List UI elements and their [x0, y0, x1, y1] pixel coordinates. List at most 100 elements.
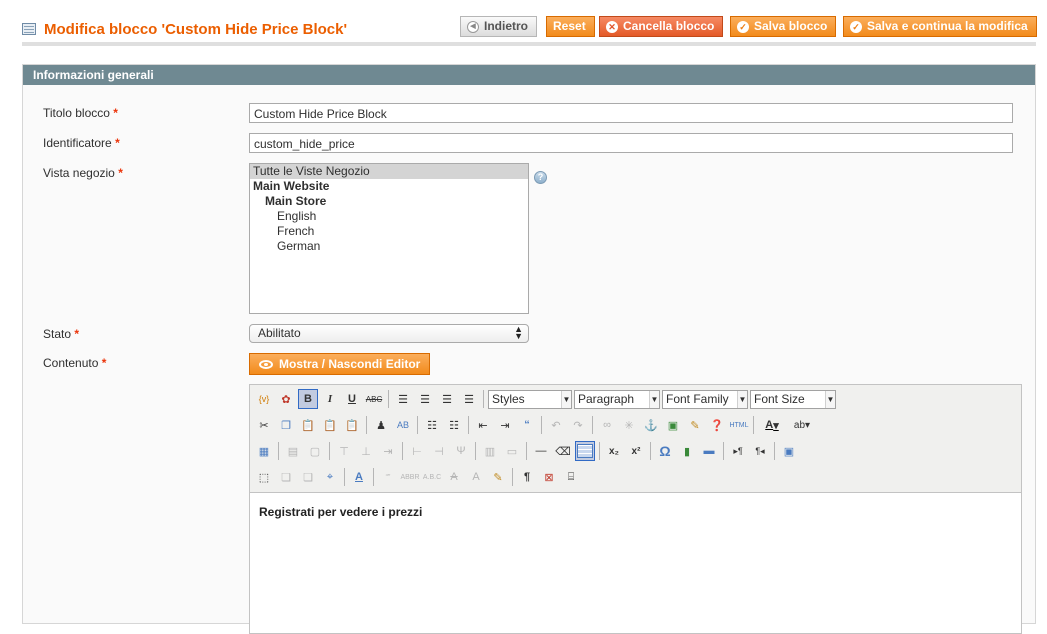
toolbar-separator: [526, 442, 527, 460]
save-button-label: Salva blocco: [754, 19, 828, 33]
ltr-icon[interactable]: ▸¶: [728, 441, 748, 461]
subscript-icon[interactable]: x₂: [604, 441, 624, 461]
reset-button[interactable]: Reset: [546, 16, 595, 37]
split-cells-icon[interactable]: ▥: [480, 441, 500, 461]
title-input[interactable]: Custom Hide Price Block: [249, 103, 1013, 123]
styles-dropdown[interactable]: Styles ▼: [488, 389, 572, 409]
delete-text-icon[interactable]: A: [444, 467, 464, 487]
numbered-list-icon[interactable]: ☷: [444, 415, 464, 435]
row-props-icon[interactable]: ▤: [283, 441, 303, 461]
toolbar-separator: [468, 416, 469, 434]
image-icon[interactable]: ▣: [663, 415, 683, 435]
move-backward-icon[interactable]: ❏: [298, 467, 318, 487]
font-size-dropdown[interactable]: Font Size ▼: [750, 389, 836, 409]
style-props-icon[interactable]: A: [349, 467, 369, 487]
identifier-input[interactable]: custom_hide_price: [249, 133, 1013, 153]
insert-table-icon[interactable]: ▦: [254, 441, 274, 461]
bold-button[interactable]: B: [298, 389, 318, 409]
store-option-french[interactable]: French: [250, 224, 528, 239]
insert-layer-icon[interactable]: ⬚: [254, 467, 274, 487]
toolbar-separator: [483, 390, 484, 408]
insert-text-icon[interactable]: A: [466, 467, 486, 487]
toolbar-row-1: {v} ✿ B I U ABC ☰ ☰ ☰ ☰ Styles ▼ Paragra…: [254, 387, 836, 411]
cleanup-icon[interactable]: ✎: [685, 415, 705, 435]
rtl-icon[interactable]: ¶◂: [750, 441, 770, 461]
delete-block-button[interactable]: ✕ Cancella blocco: [599, 16, 724, 37]
blockquote-icon[interactable]: “: [517, 415, 537, 435]
abbr-icon[interactable]: ABBR: [400, 467, 420, 487]
store-option-german[interactable]: German: [250, 239, 528, 254]
outdent-icon[interactable]: ⇤: [473, 415, 493, 435]
unlink-icon[interactable]: ✳: [619, 415, 639, 435]
acronym-icon[interactable]: A.B.C: [422, 467, 442, 487]
visual-aid-icon[interactable]: [575, 441, 595, 461]
indent-icon[interactable]: ⇥: [495, 415, 515, 435]
font-family-dropdown-value: Font Family: [666, 391, 729, 406]
find-icon[interactable]: ♟: [371, 415, 391, 435]
attributes-icon[interactable]: ✎: [488, 467, 508, 487]
cite-icon[interactable]: “”: [378, 467, 398, 487]
absolute-position-icon[interactable]: ⌖: [320, 467, 340, 487]
undo-icon[interactable]: ↶: [546, 415, 566, 435]
replace-icon[interactable]: AB: [393, 415, 413, 435]
copy-icon[interactable]: ❐: [276, 415, 296, 435]
media-icon[interactable]: ▮: [677, 441, 697, 461]
move-forward-icon[interactable]: ❏: [276, 467, 296, 487]
advanced-hr-icon[interactable]: ▬: [699, 441, 719, 461]
store-view-multiselect[interactable]: Tutte le Viste Negozio Main Website Main…: [249, 163, 529, 314]
font-family-dropdown[interactable]: Font Family ▼: [662, 389, 748, 409]
bullet-list-icon[interactable]: ☷: [422, 415, 442, 435]
align-justify-icon[interactable]: ☰: [459, 389, 479, 409]
show-blocks-icon[interactable]: ¶: [517, 467, 537, 487]
align-left-icon[interactable]: ☰: [393, 389, 413, 409]
pagebreak-icon[interactable]: ⌸: [561, 467, 581, 487]
horizontal-rule-icon[interactable]: —: [531, 441, 551, 461]
highlight-color-icon[interactable]: ab ▾: [788, 415, 816, 435]
save-block-button[interactable]: ✓ Salva blocco: [730, 16, 837, 37]
insert-widget-icon[interactable]: ✿: [276, 389, 296, 409]
editor-content-area[interactable]: Registrati per vedere i prezzi: [250, 492, 1021, 633]
col-after-icon[interactable]: ⊣: [429, 441, 449, 461]
html-source-icon[interactable]: HTML: [729, 415, 749, 435]
help-icon[interactable]: ?: [534, 171, 547, 184]
cut-icon[interactable]: ✂: [254, 415, 274, 435]
col-before-icon[interactable]: ⊢: [407, 441, 427, 461]
paste-icon[interactable]: 📋: [298, 415, 318, 435]
back-button[interactable]: ◀ Indietro: [460, 16, 537, 37]
row-before-icon[interactable]: ⊤: [334, 441, 354, 461]
redo-icon[interactable]: ↷: [568, 415, 588, 435]
align-right-icon[interactable]: ☰: [437, 389, 457, 409]
row-after-icon[interactable]: ⊥: [356, 441, 376, 461]
superscript-icon[interactable]: x²: [626, 441, 646, 461]
toolbar-separator: [512, 468, 513, 486]
toolbar-separator: [599, 442, 600, 460]
link-icon[interactable]: ∞: [597, 415, 617, 435]
delete-col-icon[interactable]: Ψ: [451, 441, 471, 461]
format-dropdown[interactable]: Paragraph ▼: [574, 389, 660, 409]
paste-word-icon[interactable]: 📋: [342, 415, 362, 435]
help-icon[interactable]: ❓: [707, 415, 727, 435]
remove-format-icon[interactable]: ⌫: [553, 441, 573, 461]
cell-props-icon[interactable]: ▢: [305, 441, 325, 461]
italic-button[interactable]: I: [320, 389, 340, 409]
align-center-icon[interactable]: ☰: [415, 389, 435, 409]
save-continue-button[interactable]: ✓ Salva e continua la modifica: [843, 16, 1037, 37]
toggle-editor-button[interactable]: Mostra / Nascondi Editor: [249, 353, 431, 375]
select-arrows-icon: ▲ ▼: [514, 324, 523, 341]
store-option-english[interactable]: English: [250, 209, 528, 224]
styles-dropdown-value: Styles: [492, 391, 525, 406]
special-char-icon[interactable]: Ω: [655, 441, 675, 461]
underline-button[interactable]: U: [342, 389, 362, 409]
nonbreaking-icon[interactable]: ⊠: [539, 467, 559, 487]
font-color-icon[interactable]: A ▾: [758, 415, 786, 435]
merge-cells-icon[interactable]: ▭: [502, 441, 522, 461]
store-option-all[interactable]: Tutte le Viste Negozio: [250, 164, 528, 179]
strikethrough-button[interactable]: ABC: [364, 389, 384, 409]
eye-icon: [259, 359, 273, 369]
fullscreen-icon[interactable]: ▣: [779, 441, 799, 461]
paste-text-icon[interactable]: 📋: [320, 415, 340, 435]
delete-row-icon[interactable]: ⇥: [378, 441, 398, 461]
anchor-icon[interactable]: ⚓: [641, 415, 661, 435]
insert-variable-icon[interactable]: {v}: [254, 389, 274, 409]
status-select[interactable]: Abilitato ▲ ▼: [249, 324, 529, 343]
